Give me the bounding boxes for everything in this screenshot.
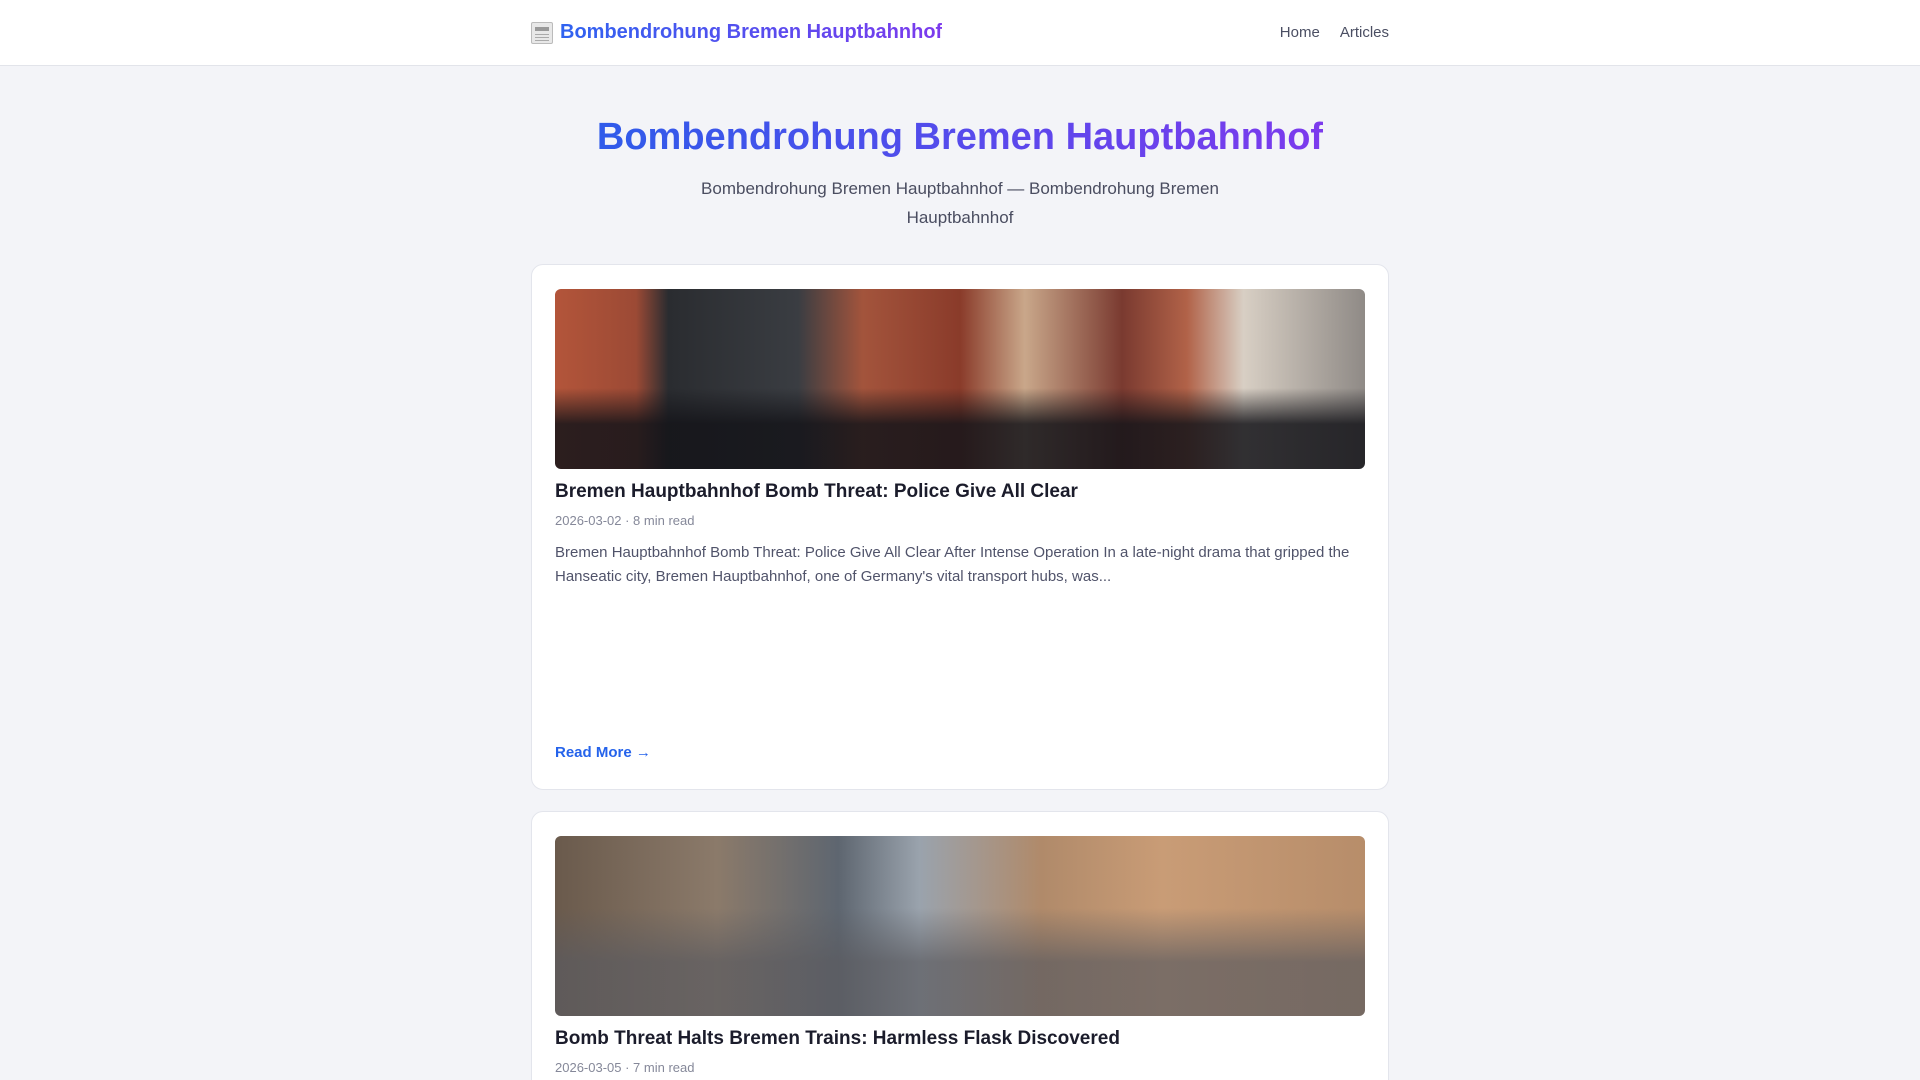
site-header: Bombendrohung Bremen Hauptbahnhof Home A…: [0, 0, 1920, 66]
article-meta: 2026-03-05 · 7 min read: [555, 1060, 695, 1075]
article-title[interactable]: Bremen Hauptbahnhof Bomb Threat: Police …: [555, 479, 1365, 505]
main-nav: Home Articles: [1280, 24, 1389, 41]
article-title[interactable]: Bomb Threat Halts Bremen Trains: Harmles…: [555, 1026, 1365, 1052]
nav-articles[interactable]: Articles: [1340, 24, 1389, 41]
newspaper-icon: [531, 21, 553, 44]
brand-link[interactable]: Bombendrohung Bremen Hauptbahnhof: [531, 21, 942, 44]
nav-home[interactable]: Home: [1280, 24, 1320, 41]
article-card: Bremen Hauptbahnhof Bomb Threat: Police …: [531, 264, 1389, 790]
article-image[interactable]: [555, 836, 1365, 1016]
article-image[interactable]: [555, 289, 1365, 469]
article-meta: 2026-03-02 · 8 min read: [555, 513, 695, 528]
article-card: Bomb Threat Halts Bremen Trains: Harmles…: [531, 811, 1389, 1080]
article-excerpt: Bremen Hauptbahnhof Bomb Threat: Police …: [555, 544, 1350, 585]
page-title: Bombendrohung Bremen Hauptbahnhof: [596, 116, 1324, 158]
brand-title: Bombendrohung Bremen Hauptbahnhof: [560, 21, 943, 43]
hero: Bombendrohung Bremen Hauptbahnhof Bomben…: [0, 66, 1920, 232]
read-more-link[interactable]: Read More →: [555, 744, 651, 761]
page-subtitle: Bombendrohung Bremen Hauptbahnhof — Bomb…: [701, 179, 1219, 227]
